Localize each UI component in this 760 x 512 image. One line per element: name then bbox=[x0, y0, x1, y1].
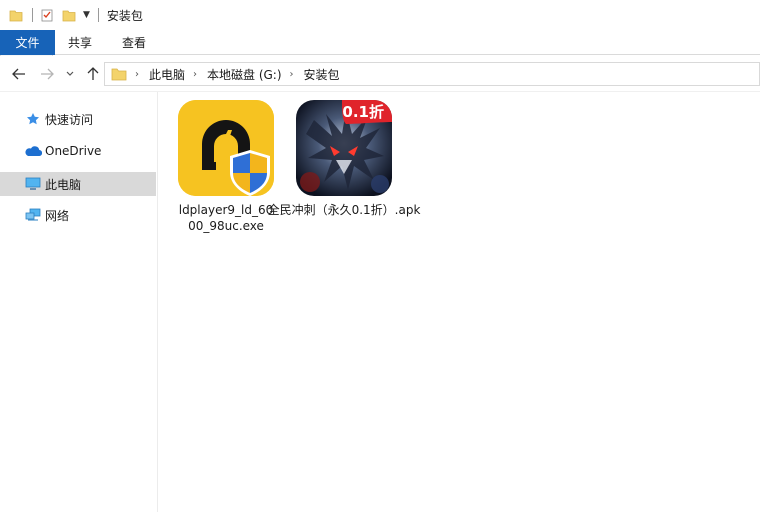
cloud-icon bbox=[24, 143, 42, 159]
breadcrumb-local-disk[interactable]: 本地磁盘 (G:) bbox=[207, 66, 282, 83]
tab-view[interactable]: 查看 bbox=[107, 30, 161, 55]
breadcrumb-chevron-icon[interactable]: › bbox=[193, 69, 197, 80]
customize-quick-access-icon[interactable]: ▼ bbox=[83, 10, 90, 20]
tab-share[interactable]: 共享 bbox=[53, 30, 107, 55]
sidebar-item-network[interactable]: 网络 bbox=[0, 203, 156, 227]
breadcrumb-chevron-icon[interactable]: › bbox=[290, 69, 294, 80]
sidebar-item-this-pc[interactable]: 此电脑 bbox=[0, 172, 156, 196]
navigation-pane: 快速访问 OneDrive 此电脑 网络 bbox=[0, 92, 158, 512]
quick-access-separator bbox=[32, 8, 33, 22]
sidebar-item-quick-access[interactable]: 快速访问 bbox=[0, 107, 156, 131]
sidebar-item-label: 此电脑 bbox=[45, 177, 82, 192]
file-list: ldplayer9_ld_60 00_98uc.exe 0.1折 全民冲刺（永久… bbox=[159, 92, 760, 512]
sidebar-item-onedrive[interactable]: OneDrive bbox=[0, 139, 156, 163]
game-apk-icon: 0.1折 bbox=[296, 100, 392, 196]
sidebar-item-label: 网络 bbox=[45, 208, 70, 223]
title-separator bbox=[97, 8, 99, 22]
navigation-bar: › 此电脑 › 本地磁盘 (G:) › 安装包 bbox=[0, 56, 760, 92]
breadcrumb-this-pc[interactable]: 此电脑 bbox=[149, 66, 185, 83]
folder-icon bbox=[111, 67, 127, 81]
back-arrow-icon[interactable] bbox=[8, 63, 30, 85]
file-item-game-apk[interactable]: 0.1折 全民冲刺（永久0.1折）.apk bbox=[264, 100, 424, 218]
title-bar: ▼ 安装包 bbox=[0, 0, 760, 30]
new-folder-icon[interactable] bbox=[61, 7, 77, 23]
tab-file[interactable]: 文件 bbox=[0, 30, 55, 55]
file-name: 全民冲刺（永久0.1折）.apk bbox=[267, 203, 421, 217]
folder-icon[interactable] bbox=[8, 7, 24, 23]
star-icon bbox=[24, 111, 42, 127]
network-icon bbox=[24, 207, 42, 223]
computer-icon bbox=[24, 176, 42, 192]
ribbon-tabs: 文件 主页 共享 查看 bbox=[0, 30, 760, 56]
breadcrumb-current-folder[interactable]: 安装包 bbox=[304, 66, 340, 83]
address-bar[interactable]: › 此电脑 › 本地磁盘 (G:) › 安装包 bbox=[104, 62, 760, 86]
properties-icon[interactable] bbox=[39, 7, 55, 23]
recent-locations-chevron-icon[interactable] bbox=[62, 63, 78, 85]
sidebar-item-label: 快速访问 bbox=[45, 112, 94, 127]
discount-badge: 0.1折 bbox=[342, 103, 384, 121]
window-title: 安装包 bbox=[106, 8, 143, 23]
breadcrumb-chevron-icon[interactable]: › bbox=[135, 69, 139, 80]
ldplayer-app-icon bbox=[178, 100, 274, 196]
sidebar-item-label: OneDrive bbox=[45, 144, 102, 158]
up-arrow-icon[interactable] bbox=[82, 63, 104, 85]
forward-arrow-icon[interactable] bbox=[36, 63, 58, 85]
